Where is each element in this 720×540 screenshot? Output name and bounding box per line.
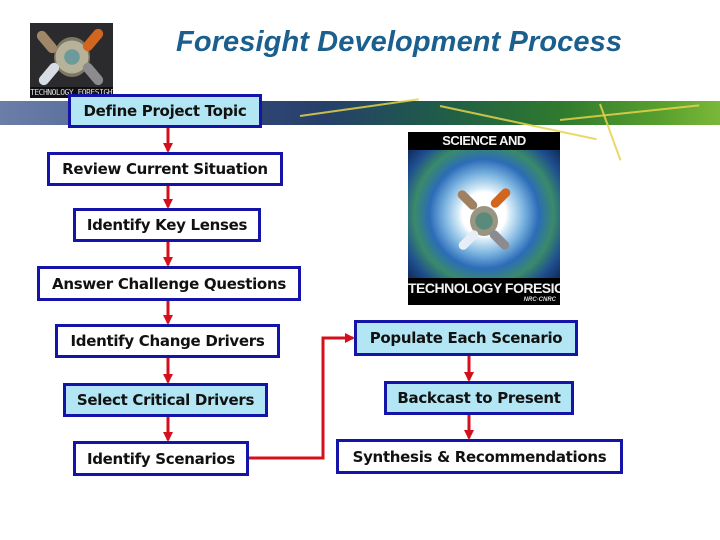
figure-icon (487, 228, 512, 252)
page-title: Foresight Development Process (176, 26, 623, 58)
step-label: Populate Each Scenario (369, 329, 563, 347)
step-label: Identify Key Lenses (86, 216, 248, 234)
step-populate-each-scenario: Populate Each Scenario (354, 320, 578, 356)
step-identify-key-lenses: Identify Key Lenses (73, 208, 261, 242)
step-label: Identify Scenarios (86, 449, 236, 468)
step-answer-challenge-questions: Answer Challenge Questions (37, 266, 301, 301)
poster-top-text: SCIENCE AND (408, 132, 560, 150)
poster-artwork (408, 150, 560, 278)
step-review-current-situation: Review Current Situation (47, 152, 283, 186)
step-label: Select Critical Drivers (76, 391, 255, 409)
step-label: Backcast to Present (397, 389, 561, 407)
step-label: Synthesis & Recommendations (352, 447, 607, 466)
step-label: Identify Change Drivers (70, 332, 265, 350)
technology-foresight-logo: TECHNOLOGY FORESIGHT (30, 23, 113, 98)
step-select-critical-drivers: Select Critical Drivers (63, 383, 268, 417)
step-identify-scenarios: Identify Scenarios (73, 441, 249, 476)
poster-credit: NRC·CNRC (523, 297, 556, 303)
step-label: Review Current Situation (62, 160, 268, 178)
figure-icon (455, 188, 480, 212)
figure-icon (488, 186, 513, 210)
step-identify-change-drivers: Identify Change Drivers (55, 324, 280, 358)
science-technology-foresight-poster: SCIENCE AND TECHNOLOGY FORESIGHT NRC·CNR… (408, 132, 560, 305)
step-synthesis-recommendations: Synthesis & Recommendations (336, 439, 623, 474)
figure-icon (34, 28, 60, 56)
figure-icon (456, 228, 481, 252)
step-label: Define Project Topic (83, 102, 247, 120)
figure-icon (36, 60, 62, 88)
figure-icon (80, 60, 106, 88)
step-label: Answer Challenge Questions (52, 274, 286, 293)
figure-icon (80, 26, 106, 54)
step-define-project-topic: Define Project Topic (68, 94, 262, 128)
step-backcast-to-present: Backcast to Present (384, 381, 574, 415)
